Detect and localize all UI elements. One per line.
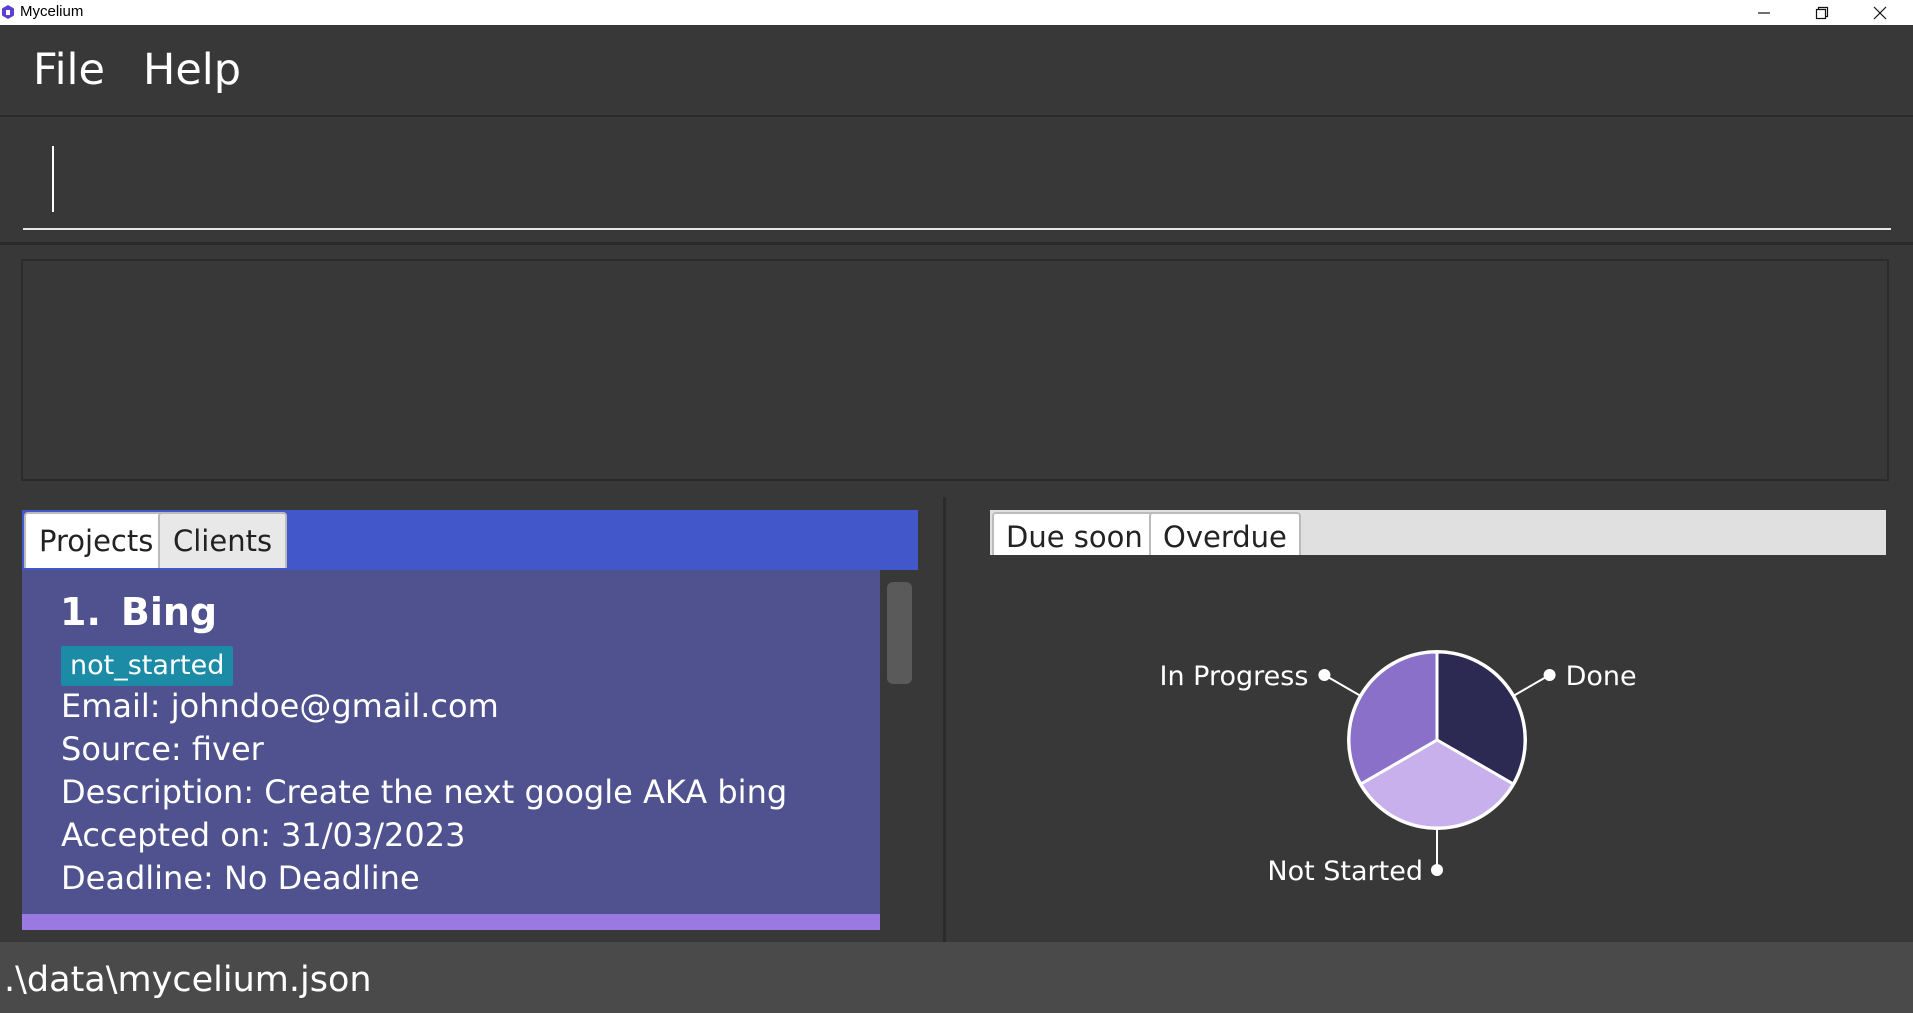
- restore-icon: [1815, 6, 1829, 19]
- pie-leader-dot: [1431, 864, 1443, 876]
- restore-button[interactable]: [1793, 0, 1851, 25]
- pie-leader-line: [1323, 674, 1362, 697]
- close-button[interactable]: [1851, 0, 1909, 25]
- project-card[interactable]: 1. Bing not_started Email: johndoe@gmail.…: [22, 570, 880, 914]
- pie-label-done: Done: [1566, 661, 1637, 692]
- pie-label-not-started: Not Started: [1267, 856, 1423, 887]
- minimize-icon: [1758, 11, 1770, 14]
- tab-overdue[interactable]: Overdue: [1149, 512, 1301, 555]
- status-badge: not_started: [61, 646, 234, 686]
- project-list: 1. Bing not_started Email: johndoe@gmail.…: [22, 570, 880, 930]
- text-caret: [52, 146, 54, 212]
- close-icon: [1873, 6, 1887, 19]
- next-project-card[interactable]: [22, 914, 880, 930]
- pie-label-in-progress: In Progress: [1160, 661, 1309, 692]
- data-file-path: .\data\mycelium.json: [4, 960, 372, 1000]
- result-display: [21, 259, 1889, 481]
- project-source: Source: fiver: [61, 730, 264, 768]
- pie-leader-line: [1512, 674, 1551, 697]
- tab-projects[interactable]: Projects: [24, 512, 169, 568]
- project-title: 1. Bing: [60, 590, 217, 634]
- pie-leader-dot: [1543, 669, 1556, 681]
- app-logo-icon: [2, 5, 14, 19]
- menu-file[interactable]: File: [33, 44, 105, 96]
- project-name: Bing: [120, 590, 218, 634]
- project-email: Email: johndoe@gmail.com: [61, 687, 499, 725]
- command-input[interactable]: [23, 138, 1891, 230]
- menu-help[interactable]: Help: [143, 44, 241, 96]
- split-pane-divider[interactable]: [943, 497, 946, 942]
- tab-due-soon[interactable]: Due soon: [992, 512, 1157, 555]
- project-accepted-date: Accepted on: 31/03/2023: [61, 816, 466, 854]
- pie-leader-dot: [1318, 669, 1331, 681]
- project-index: 1.: [60, 590, 101, 634]
- project-status-pie-chart: Done Not Started In Progress: [1160, 650, 1637, 887]
- project-description: Description: Create the next google AKA …: [61, 773, 788, 811]
- window-titlebar: Mycelium: [0, 0, 1913, 25]
- scrollbar-thumb[interactable]: [887, 582, 912, 684]
- tab-clients[interactable]: Clients: [158, 512, 288, 568]
- minimize-button[interactable]: [1735, 0, 1793, 25]
- window-title: Mycelium: [20, 3, 84, 20]
- project-deadline: Deadline: No Deadline: [61, 859, 420, 897]
- menu-bar: [0, 25, 1913, 117]
